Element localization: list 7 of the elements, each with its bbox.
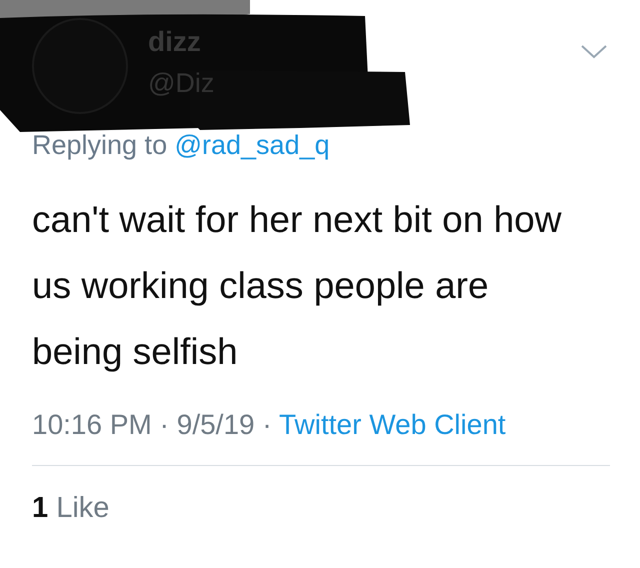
tweet-text: can't wait for her next bit on how us working class people are being selfish [31, 198, 562, 374]
reply-handle-link[interactable]: @rad_sad_q [174, 130, 330, 160]
source-link[interactable]: Twitter Web Client [279, 409, 506, 440]
tweet-meta: 10:16 PM · 9/5/19 · Twitter Web Client [31, 408, 507, 441]
chevron-icon[interactable] [580, 44, 608, 60]
replying-to: Replying to @rad_sad_q [31, 129, 331, 161]
likes-count[interactable]: 1 Like [0, 466, 640, 525]
